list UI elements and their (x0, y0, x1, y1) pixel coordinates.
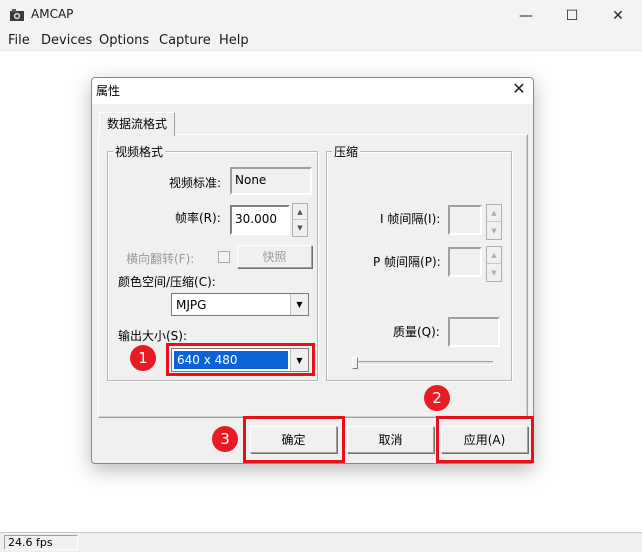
colorspace-label: 颜色空间/压缩(C): (118, 275, 216, 289)
video-standard-label: 视频标准: (169, 176, 222, 190)
quality-slider-track[interactable] (354, 361, 494, 365)
minimize-button[interactable]: — (503, 0, 549, 31)
window-title: AMCAP (31, 7, 74, 21)
status-bar (0, 532, 642, 552)
video-standard-value: None (230, 167, 312, 195)
spin-up-icon[interactable]: ▲ (487, 205, 501, 222)
flip-checkbox[interactable] (218, 251, 230, 263)
compression-group-title: 压缩 (332, 143, 361, 160)
cancel-button[interactable]: 取消 (347, 426, 434, 453)
quality-label: 质量(Q): (393, 325, 440, 339)
highlight-apply (436, 416, 534, 463)
framerate-spinner[interactable]: ▲ ▼ (292, 203, 308, 237)
maximize-icon: ☐ (565, 7, 579, 24)
chevron-down-icon[interactable]: ▼ (290, 294, 308, 315)
close-button[interactable]: ✕ (595, 0, 641, 31)
minimize-icon: — (519, 7, 533, 24)
menu-file[interactable]: File (8, 33, 30, 48)
flip-label: 横向翻转(F): (126, 252, 195, 266)
camera-app-icon (9, 7, 25, 23)
spin-down-icon[interactable]: ▼ (293, 220, 307, 236)
p-frame-spinner[interactable]: ▲ ▼ (486, 246, 502, 282)
step-badge-1: 1 (130, 345, 156, 371)
output-size-label: 输出大小(S): (118, 329, 188, 343)
spin-up-icon[interactable]: ▲ (487, 247, 501, 264)
menu-bar (0, 31, 642, 51)
quality-slider-thumb[interactable] (352, 357, 358, 369)
colorspace-dropdown[interactable]: MJPG ▼ (171, 293, 309, 316)
highlight-output-size (166, 343, 315, 376)
colorspace-value: MJPG (176, 297, 207, 312)
framerate-label: 帧率(R): (175, 211, 221, 225)
menu-options[interactable]: Options (99, 33, 149, 48)
maximize-button[interactable]: ☐ (549, 0, 595, 31)
close-icon: ✕ (612, 7, 624, 24)
spin-down-icon[interactable]: ▼ (487, 264, 501, 281)
spin-up-icon[interactable]: ▲ (293, 204, 307, 220)
p-frame-label: P 帧间隔(P): (373, 255, 441, 269)
highlight-ok (243, 416, 345, 463)
dialog-titlebar[interactable] (92, 78, 533, 104)
snapshot-button[interactable]: 快照 (237, 245, 312, 268)
menu-capture[interactable]: Capture (159, 33, 211, 48)
i-frame-spinner[interactable]: ▲ ▼ (486, 204, 502, 240)
dialog-title: 属性 (96, 84, 121, 98)
quality-input[interactable] (448, 317, 500, 347)
tab-stream-format[interactable]: 数据流格式 (99, 112, 175, 136)
spin-down-icon[interactable]: ▼ (487, 222, 501, 239)
fps-readout: 24.6 fps (4, 535, 78, 550)
menu-help[interactable]: Help (219, 33, 249, 48)
dialog-close-icon[interactable]: ✕ (510, 81, 528, 99)
framerate-input[interactable]: 30.000 (230, 205, 290, 235)
menu-devices[interactable]: Devices (41, 33, 92, 48)
step-badge-2: 2 (424, 385, 450, 411)
step-badge-3: 3 (212, 426, 238, 452)
i-frame-label: I 帧间隔(I): (380, 212, 441, 226)
i-frame-input[interactable] (448, 205, 482, 235)
p-frame-input[interactable] (448, 247, 482, 277)
video-format-group-title: 视频格式 (113, 143, 166, 160)
